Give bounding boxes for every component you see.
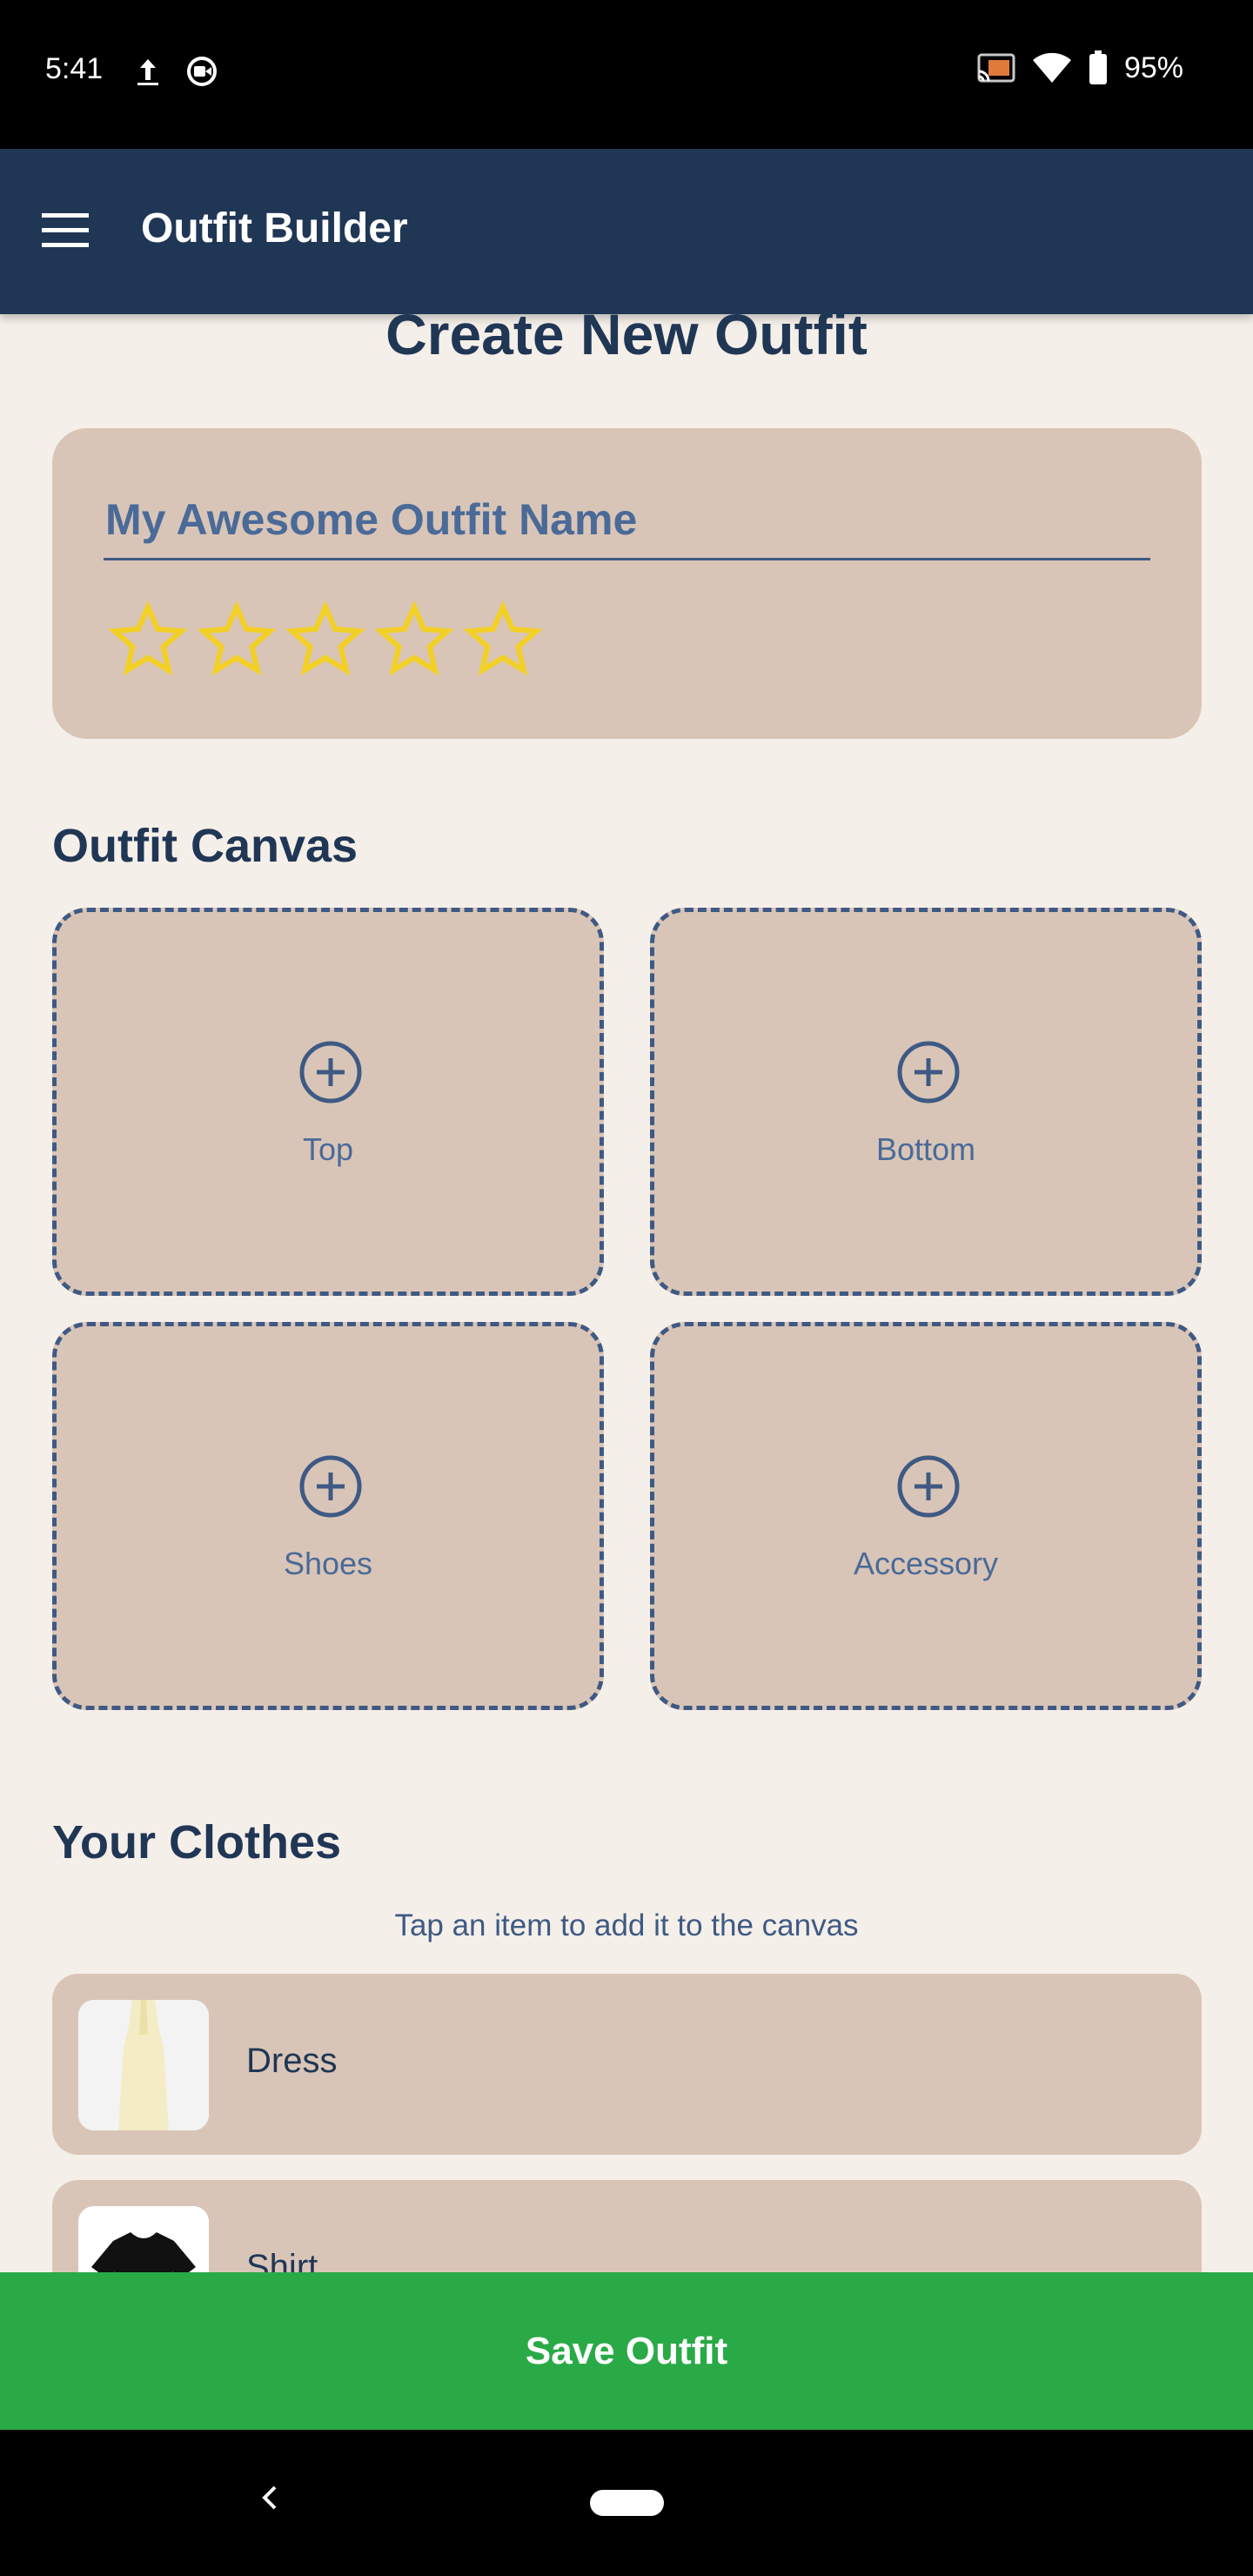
dress-illustration (78, 2000, 209, 2130)
clothing-item-dress[interactable]: Dress (52, 1974, 1202, 2155)
canvas-slot-shoes[interactable]: Shoes (52, 1322, 604, 1710)
page-title: Create New Outfit (385, 314, 868, 366)
navigation-bar (0, 2430, 1253, 2576)
clothing-name: Shirt (246, 2248, 318, 2272)
clothing-name: Dress (246, 2042, 338, 2080)
star-icon[interactable] (374, 599, 454, 679)
screen-record-icon (187, 57, 217, 86)
upload-icon (137, 59, 158, 85)
status-bar: 5:41 95% (0, 0, 1253, 149)
canvas-slot-bottom[interactable]: Bottom (650, 908, 1202, 1296)
canvas-slot-accessory[interactable]: Accessory (650, 1322, 1202, 1710)
battery-percent: 95% (1123, 50, 1183, 84)
canvas-slot-top[interactable]: Top (52, 908, 604, 1296)
add-circle-icon (299, 1455, 362, 1518)
dress-image (78, 2000, 209, 2130)
hamburger-menu-icon[interactable] (42, 211, 89, 250)
add-circle-icon (897, 1041, 960, 1104)
shirt-illustration (78, 2206, 209, 2272)
scroll-content[interactable]: Create New Outfit Outfit Canvas Top Bott… (0, 314, 1253, 2272)
rating-stars[interactable] (108, 599, 543, 679)
star-icon[interactable] (197, 599, 277, 679)
clothing-item-shirt[interactable]: Shirt (52, 2180, 1202, 2272)
slot-label: Top (302, 1131, 354, 1167)
wifi-icon (1032, 52, 1071, 83)
home-pill[interactable] (590, 2490, 664, 2516)
star-icon[interactable] (463, 599, 543, 679)
slot-label: Bottom (875, 1131, 976, 1167)
battery-icon (1089, 50, 1107, 84)
star-icon[interactable] (108, 599, 188, 679)
your-clothes-title: Your Clothes (52, 1816, 342, 1868)
slot-label: Shoes (283, 1546, 373, 1581)
shirt-image (78, 2206, 209, 2272)
slot-label: Accessory (853, 1546, 999, 1581)
star-icon[interactable] (285, 599, 365, 679)
add-circle-icon (299, 1041, 362, 1104)
app-bar: Outfit Builder (0, 149, 1253, 314)
back-icon[interactable] (252, 2480, 287, 2515)
outfit-canvas-title: Outfit Canvas (52, 820, 358, 872)
outfit-name-input[interactable] (104, 480, 1150, 560)
clothes-hint: Tap an item to add it to the canvas (394, 1909, 859, 1942)
app-title: Outfit Builder (141, 205, 408, 252)
cast-icon (977, 53, 1015, 83)
status-time: 5:41 (45, 52, 104, 85)
add-circle-icon (897, 1455, 960, 1518)
status-right-icons: 95% (976, 50, 1183, 85)
outfit-name-card (52, 428, 1202, 739)
save-outfit-button[interactable]: Save Outfit (0, 2272, 1253, 2430)
